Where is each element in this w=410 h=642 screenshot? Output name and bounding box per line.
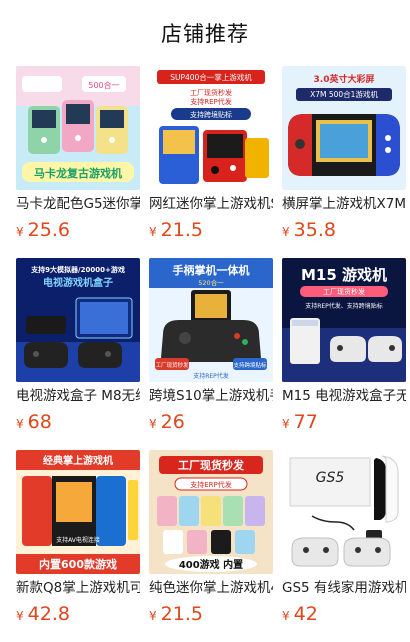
product-card[interactable]: 工厂现货秒发 支持ERP代发 400游戏 内置 纯色迷你掌上游戏机400合 [149,450,273,642]
product-image-art: 工厂现货秒发 支持ERP代发 400游戏 内置 [149,450,273,574]
product-price: ¥21.5 [149,601,273,627]
product-image-tag: 工厂现货秒发 [155,361,189,369]
currency-symbol: ¥ [149,609,157,623]
product-image-caption: X7M 500合1游戏机 [310,89,378,99]
product-image-art: 支持9大模拟器/20000+游戏 电视游戏机盒子 [16,258,140,382]
product-name[interactable]: 马卡龙配色G5迷你掌上游戏机 [16,194,140,214]
product-image-art: 3.0英寸大彩屏 X7M 500合1游戏机 [282,66,406,190]
product-image-tag: 支持跨境贴标 [190,110,232,119]
product-image-caption: 经典掌上游戏机 [43,454,113,467]
product-name[interactable]: 横屏掌上游戏机X7M 500合1 [282,194,406,214]
product-price: ¥21.5 [149,217,273,243]
product-image-caption: 内置600款游戏 [39,557,117,571]
product-image-tag: 工厂现货秒发 [190,88,232,97]
product-image-tag: 支持REP代发、支持跨境贴标 [305,302,383,310]
product-name[interactable]: 跨境S10掌上游戏机手柄一体 [149,386,273,406]
product-name[interactable]: M15 电视游戏盒子无线双人 [282,386,406,406]
product-image-tag: 支持ERP代发 [190,480,232,489]
product-image-caption: 工厂现货秒发 [178,458,245,472]
currency-symbol: ¥ [149,417,157,431]
product-card[interactable]: GS5 GS5 有线家用游戏机 ¥42 [282,450,406,642]
product-card[interactable]: 手柄掌机一体机 520合一 工厂现货秒发 支持跨境贴标 支持REP代发 跨境S1… [149,258,273,450]
product-image-caption: 手柄掌机一体机 [173,263,250,277]
product-image-tag: 工厂现货秒发 [323,287,365,296]
price-value: 42.8 [27,603,70,625]
store-recommendation-page: 店铺推荐 500合一 马卡龙复古游戏机 马卡龙配色G5迷你掌 ¥ 25.6 SU… [0,0,410,640]
product-image-art: SUP400合一掌上游戏机 工厂现货秒发 支持REP代发 支持跨境贴标 [149,66,273,190]
product-price: ¥77 [282,409,406,435]
product-card[interactable]: SUP400合一掌上游戏机 工厂现货秒发 支持REP代发 支持跨境贴标 网红迷你… [149,66,273,258]
product-price: ¥26 [149,409,273,435]
currency-symbol: ¥ [149,225,157,239]
currency-symbol: ¥ [282,417,290,431]
currency-symbol: ¥ [16,417,24,431]
price-value: 42 [293,603,318,625]
product-price: ¥42 [282,601,406,627]
product-grid: 500合一 马卡龙复古游戏机 马卡龙配色G5迷你掌上游戏机 ¥25.6 [16,66,406,642]
price-value: 77 [293,411,318,433]
price-value: 21.5 [160,603,203,625]
product-card[interactable]: 3.0英寸大彩屏 X7M 500合1游戏机 横屏掌上游戏机X7M 500合1 ¥… [282,66,406,258]
product-image-badge: 500合一 [88,80,119,90]
product-image[interactable]: 3.0英寸大彩屏 X7M 500合1游戏机 [282,66,406,190]
product-image-caption: 支持9大模拟器/20000+游戏 [30,265,125,274]
product-image-tag: 支持REP代发 [193,372,229,380]
product-image-caption: GS5 [316,470,345,486]
product-image[interactable]: M15 游戏机 工厂现货秒发 支持REP代发、支持跨境贴标 [282,258,406,382]
product-card[interactable]: 500合一 马卡龙复古游戏机 马卡龙配色G5迷你掌上游戏机 ¥25.6 [16,66,140,258]
product-name[interactable]: 纯色迷你掌上游戏机400合一 [149,578,273,598]
product-card[interactable]: 经典掌上游戏机 支持AV电视连接 内置600款游戏 新款Q8掌上游戏机可充电 ¥… [16,450,140,642]
product-price: ¥35.8 [282,217,406,243]
product-name[interactable]: GS5 有线家用游戏机 [282,578,406,598]
product-image-caption: 3.0英寸大彩屏 [314,73,375,85]
product-image-caption: M15 游戏机 [301,266,387,284]
product-image-art: 手柄掌机一体机 520合一 工厂现货秒发 支持跨境贴标 支持REP代发 [149,258,273,382]
product-image-art: 经典掌上游戏机 支持AV电视连接 内置600款游戏 [16,450,140,574]
product-image-tag: 支持AV电视连接 [56,536,100,544]
product-name[interactable]: 新款Q8掌上游戏机可充电 [16,578,140,598]
price-value: 68 [27,411,52,433]
product-image-caption: SUP400合一掌上游戏机 [170,72,252,82]
currency-symbol: ¥ [282,225,290,239]
product-image[interactable]: 500合一 马卡龙复古游戏机 [16,66,140,190]
product-image-art: 500合一 马卡龙复古游戏机 [16,66,140,190]
product-image-caption: 马卡龙复古游戏机 [34,166,122,180]
price-value: 35.8 [293,219,336,241]
product-image[interactable]: SUP400合一掌上游戏机 工厂现货秒发 支持REP代发 支持跨境贴标 [149,66,273,190]
product-image-caption: 电视游戏机盒子 [43,276,113,289]
price-value: 21.5 [160,219,203,241]
product-name[interactable]: 电视游戏盒子 M8无线游戏机 [16,386,140,406]
currency-symbol: ¥ [282,609,290,623]
product-price: ¥25.6 [16,217,140,243]
product-name[interactable]: 网红迷你掌上游戏机SUP400合一 [149,194,273,214]
product-card[interactable]: M15 游戏机 工厂现货秒发 支持REP代发、支持跨境贴标 M15 电视游戏盒子… [282,258,406,450]
product-image-tag: 520合一 [198,278,224,287]
product-image[interactable]: 经典掌上游戏机 支持AV电视连接 内置600款游戏 [16,450,140,574]
product-image[interactable]: GS5 [282,450,406,574]
product-image-tag: 支持REP代发 [190,97,232,106]
product-image-tag: 支持跨境贴标 [233,361,267,369]
product-price: ¥42.8 [16,601,140,627]
product-card[interactable]: 支持9大模拟器/20000+游戏 电视游戏机盒子 电视游戏盒子 M8无线游戏机 … [16,258,140,450]
product-price: ¥68 [16,409,140,435]
currency-symbol: ¥ [16,225,24,239]
currency-symbol: ¥ [16,609,24,623]
page-title: 店铺推荐 [161,22,249,46]
price-value: 26 [160,411,185,433]
product-image[interactable]: 手柄掌机一体机 520合一 工厂现货秒发 支持跨境贴标 支持REP代发 [149,258,273,382]
product-image[interactable]: 支持9大模拟器/20000+游戏 电视游戏机盒子 [16,258,140,382]
product-image-art: M15 游戏机 工厂现货秒发 支持REP代发、支持跨境贴标 [282,258,406,382]
product-image-caption: 400游戏 内置 [179,558,243,571]
product-image[interactable]: 工厂现货秒发 支持ERP代发 400游戏 内置 [149,450,273,574]
product-image-art: GS5 [282,450,406,574]
price-value: 25.6 [27,219,70,241]
